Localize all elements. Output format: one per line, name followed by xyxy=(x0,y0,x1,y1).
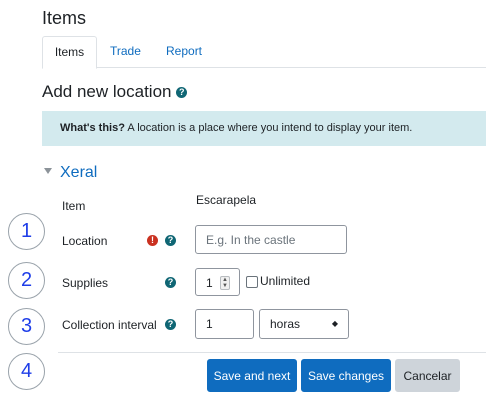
exclamation-circle-icon: ! xyxy=(147,235,158,246)
unit-selected: horas xyxy=(270,317,301,331)
question-circle-icon[interactable]: ? xyxy=(165,277,176,288)
save-and-next-button[interactable]: Save and next xyxy=(207,359,297,392)
unlimited-checkbox[interactable] xyxy=(246,276,258,288)
cancel-button[interactable]: Cancelar xyxy=(395,359,460,392)
section-heading-text: Add new location xyxy=(42,82,172,101)
collection-interval-label: Collection interval xyxy=(62,318,157,332)
save-changes-button[interactable]: Save changes xyxy=(301,359,391,392)
item-label: Item xyxy=(62,199,86,213)
spin-arrows-icon[interactable]: ▲ ▼ xyxy=(220,276,230,290)
info-box: What's this? A location is a place where… xyxy=(42,111,486,146)
tab-items[interactable]: Items xyxy=(42,36,97,69)
question-circle-icon[interactable]: ? xyxy=(165,319,176,330)
question-circle-icon[interactable]: ? xyxy=(165,235,176,246)
location-input[interactable] xyxy=(195,225,347,254)
supplies-value: 1 xyxy=(206,276,213,290)
tab-report[interactable]: Report xyxy=(166,36,202,68)
select-arrows-icon: ◆ xyxy=(331,319,338,328)
collection-interval-unit-select[interactable]: horas ◆ xyxy=(259,309,349,339)
divider xyxy=(58,352,486,353)
supplies-label: Supplies xyxy=(62,276,109,290)
supplies-stepper[interactable]: 1 ▲ ▼ xyxy=(195,268,240,296)
caret-down-icon xyxy=(44,168,52,175)
info-box-text: A location is a place where you intend t… xyxy=(124,122,413,134)
tab-bar: Items Trade Report xyxy=(42,36,486,69)
unlimited-label[interactable]: Unlimited xyxy=(260,274,310,288)
step-badge-2: 2 xyxy=(8,262,45,299)
step-badge-1: 1 xyxy=(8,213,45,250)
fieldset-title: Xeral xyxy=(60,164,98,181)
collection-interval-input[interactable] xyxy=(195,309,254,339)
tab-trade[interactable]: Trade xyxy=(110,36,141,68)
item-value: Escarapela xyxy=(196,193,257,207)
info-box-title: What's this? xyxy=(60,122,125,134)
step-badge-3: 3 xyxy=(8,308,45,345)
location-label: Location xyxy=(62,234,108,248)
fieldset-toggle-xeral[interactable]: Xeral xyxy=(44,164,97,182)
step-badge-4: 4 xyxy=(8,353,45,390)
page-title: Items xyxy=(42,8,87,28)
section-heading: Add new location ? xyxy=(42,82,188,102)
question-circle-icon[interactable]: ? xyxy=(176,87,188,99)
